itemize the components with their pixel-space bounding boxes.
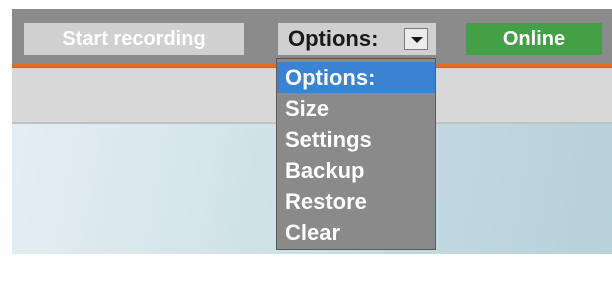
options-dropdown-list[interactable]: Options: Size Settings Backup Restore Cl…	[276, 58, 436, 250]
option-settings[interactable]: Settings	[277, 124, 435, 155]
option-size[interactable]: Size	[277, 93, 435, 124]
toolbar: Start recording Options: Online	[12, 9, 612, 64]
app-window: Start recording Options: Online Options:…	[12, 9, 612, 254]
chevron-down-icon[interactable]	[404, 28, 428, 50]
option-backup[interactable]: Backup	[277, 155, 435, 186]
option-restore[interactable]: Restore	[277, 186, 435, 217]
start-recording-button[interactable]: Start recording	[24, 23, 244, 55]
options-select-value: Options:	[288, 26, 379, 51]
option-clear[interactable]: Clear	[277, 217, 435, 248]
option-options[interactable]: Options:	[277, 62, 435, 93]
options-select[interactable]: Options:	[278, 23, 436, 55]
online-status-button[interactable]: Online	[466, 23, 602, 55]
